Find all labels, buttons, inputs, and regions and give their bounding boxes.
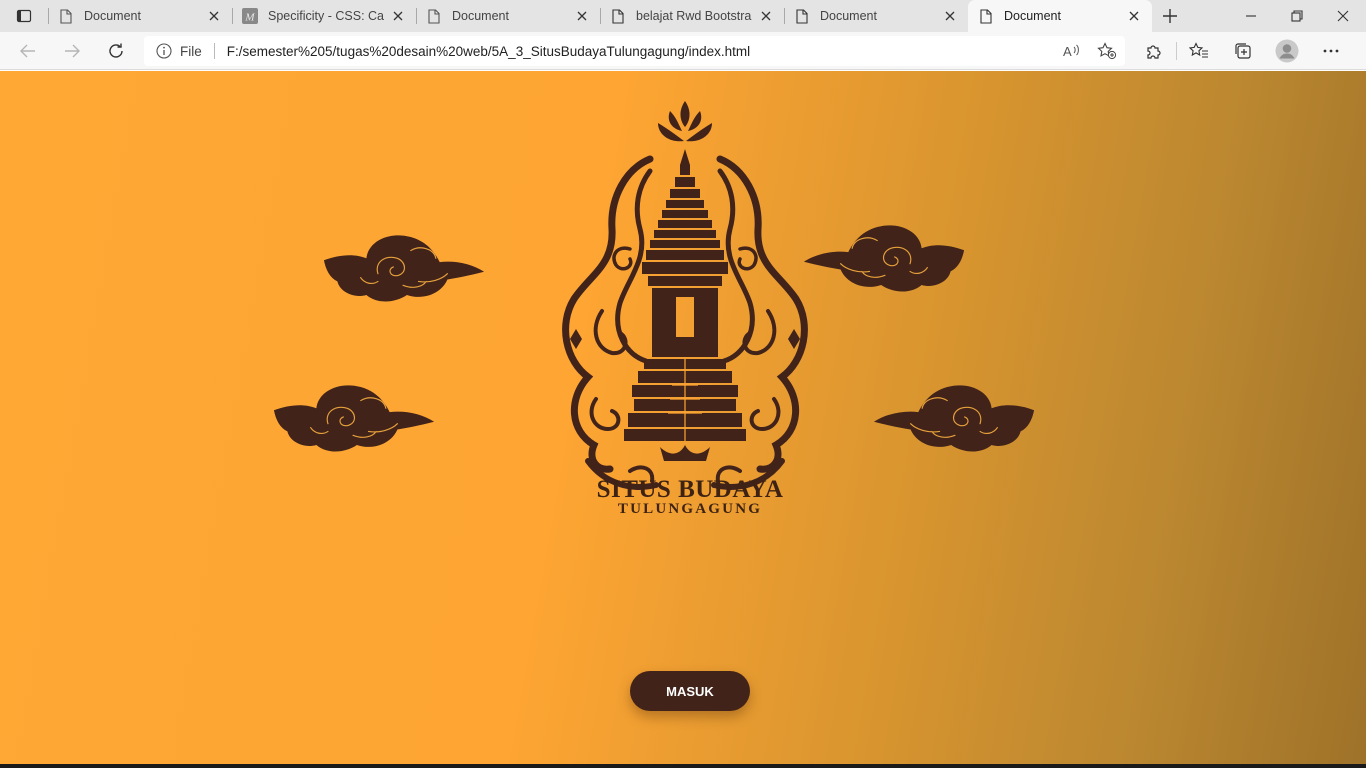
mdn-icon: M — [242, 8, 258, 24]
settings-menu-button[interactable] — [1309, 32, 1353, 70]
brand-title: SITUS BUDAYA — [596, 476, 784, 503]
svg-text:M: M — [244, 12, 255, 24]
close-window-button[interactable] — [1320, 0, 1366, 32]
restore-button[interactable] — [1274, 0, 1320, 32]
window-controls — [1228, 0, 1366, 32]
tab-5[interactable]: Document — [784, 0, 968, 32]
collections-button[interactable] — [1221, 32, 1265, 70]
temple-emblem-logo — [562, 101, 808, 490]
tab-4[interactable]: belajat Rwd Bootstrap — [600, 0, 784, 32]
address-bar[interactable]: File F:/semester%205/tugas%20desain%20we… — [144, 36, 1125, 66]
plus-icon — [1163, 9, 1177, 23]
tab-separator — [600, 8, 601, 24]
arrow-right-icon — [65, 44, 80, 57]
forward-button[interactable] — [50, 32, 94, 70]
minimize-icon — [1246, 15, 1256, 17]
extensions-button[interactable] — [1132, 32, 1176, 70]
tab-title: Document — [84, 9, 141, 23]
back-button[interactable] — [6, 32, 50, 70]
address-divider — [213, 43, 215, 59]
close-icon[interactable] — [206, 8, 222, 24]
more-icon — [1323, 49, 1339, 53]
puzzle-icon — [1147, 45, 1161, 59]
favorites-button[interactable] — [1177, 32, 1221, 70]
arrow-left-icon — [20, 44, 35, 57]
cloud-ornament-top-left — [322, 225, 486, 307]
add-favorite-button[interactable] — [1089, 42, 1125, 60]
browser-toolbar: File F:/semester%205/tugas%20desain%20we… — [0, 32, 1366, 70]
enter-button[interactable]: MASUK — [630, 671, 750, 711]
cloud-ornament-bottom-left — [272, 375, 436, 457]
minimize-button[interactable] — [1228, 0, 1274, 32]
svg-text:A: A — [1063, 44, 1072, 59]
favorites-icon — [1189, 42, 1208, 58]
tab-3[interactable]: Document — [416, 0, 600, 32]
scheme-label: File — [180, 43, 202, 59]
page-icon — [978, 8, 994, 24]
tab-title: belajat Rwd Bootstrap — [636, 9, 752, 23]
tab-6-active[interactable]: Document — [968, 0, 1152, 32]
profile-button[interactable] — [1265, 32, 1309, 70]
read-aloud-icon: A — [1063, 44, 1079, 59]
close-icon[interactable] — [1126, 8, 1142, 24]
tab-separator — [416, 8, 417, 24]
tab-separator — [232, 8, 233, 24]
star-add-icon — [1097, 42, 1117, 60]
info-icon — [156, 43, 172, 59]
tab-1[interactable]: Document — [48, 0, 232, 32]
tab-actions-button[interactable] — [0, 0, 48, 32]
refresh-icon — [109, 43, 123, 58]
tab-separator — [48, 8, 49, 24]
close-icon[interactable] — [390, 8, 406, 24]
tab-title: Document — [1004, 9, 1061, 23]
toolbar-right — [1132, 32, 1353, 70]
restore-icon — [1291, 10, 1303, 22]
tab-2[interactable]: M Specificity - CSS: Cascading Style She… — [232, 0, 416, 32]
refresh-button[interactable] — [94, 32, 138, 70]
close-icon[interactable] — [758, 8, 774, 24]
close-icon[interactable] — [942, 8, 958, 24]
collections-icon — [1235, 43, 1251, 59]
page-icon — [426, 8, 442, 24]
tab-strip: Document M Specificity - CSS: Cascading … — [0, 0, 1366, 32]
tab-actions-icon — [16, 9, 32, 23]
close-icon[interactable] — [574, 8, 590, 24]
close-icon — [1337, 10, 1349, 22]
page-icon — [794, 8, 810, 24]
tab-title: Document — [820, 9, 877, 23]
tab-separator — [784, 8, 785, 24]
brand-wordmark: SITUS BUDAYA TULUNGAGUNG — [560, 476, 820, 518]
page-icon — [58, 8, 74, 24]
read-aloud-button[interactable]: A — [1053, 43, 1089, 59]
tab-title: Specificity - CSS: Cascading Style Sheet… — [268, 9, 384, 23]
site-info-button[interactable]: File — [156, 43, 202, 59]
cloud-ornament-bottom-right — [872, 375, 1036, 457]
url-text[interactable]: F:/semester%205/tugas%20desain%20web/5A_… — [227, 44, 1053, 59]
avatar-icon — [1275, 39, 1299, 63]
new-tab-button[interactable] — [1152, 0, 1188, 32]
tab-title: Document — [452, 9, 509, 23]
page-viewport: SITUS BUDAYA TULUNGAGUNG MASUK — [0, 71, 1366, 768]
page-icon — [610, 8, 626, 24]
